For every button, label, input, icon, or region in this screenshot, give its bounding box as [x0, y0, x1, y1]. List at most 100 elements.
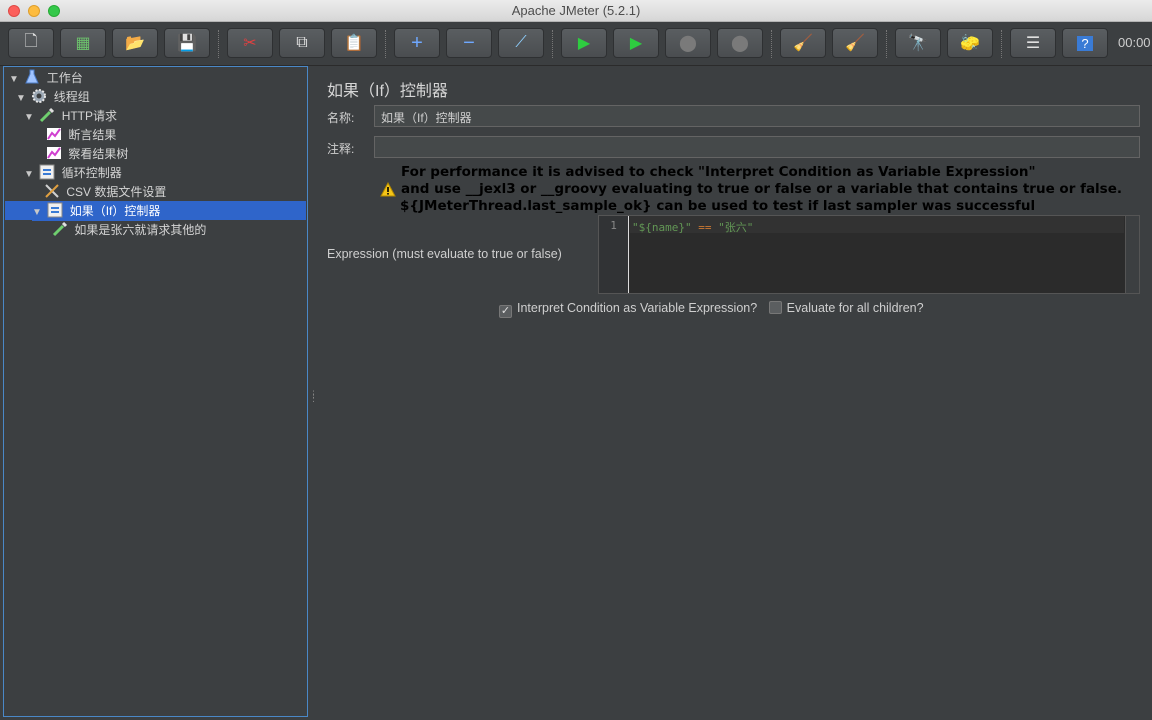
templates-button[interactable]: ▦: [60, 28, 106, 58]
close-window-button[interactable]: [8, 5, 20, 17]
start-button[interactable]: ▶: [561, 28, 607, 58]
expand-icon: +: [411, 31, 423, 54]
evaluate-all-children-checkbox[interactable]: Evaluate for all children?: [768, 301, 924, 315]
toolbar-separator: [218, 30, 219, 58]
toolbar-separator: [552, 30, 553, 58]
search-button[interactable]: 🔭: [895, 28, 941, 58]
collapse-button[interactable]: −: [446, 28, 492, 58]
tree-node-label: 如果（If）控制器: [69, 204, 161, 218]
pipette-icon: [52, 221, 68, 237]
clear-all-button[interactable]: 🧹: [832, 28, 878, 58]
new-button[interactable]: 🗋: [8, 28, 54, 58]
expression-code[interactable]: "${name}" == "张六": [632, 219, 753, 235]
tree-node-label: 循环控制器: [61, 166, 122, 180]
copy-button[interactable]: ⧉: [279, 28, 325, 58]
expand-toggle-icon[interactable]: ▼: [32, 203, 44, 222]
test-plan-tree[interactable]: ▼ 工作台 ▼ 线程组 ▼ HTTP请求 断言结果 察看结果树 ▼ 循环控制器 …: [3, 66, 308, 717]
expand-toggle-icon[interactable]: ▼: [24, 165, 36, 184]
tree-node-thread-group[interactable]: ▼ 线程组: [16, 88, 90, 107]
code-operator: ==: [691, 221, 719, 234]
tree-node-http-request[interactable]: ▼ HTTP请求: [24, 107, 117, 126]
checkbox-unchecked-icon[interactable]: [768, 301, 782, 314]
toolbar: 🗋 ▦ 📂 💾 ✂ ⧉ 📋 + − ⟋ ▶ ▶ ⬤ ⬤ 🧹 🧹 🔭 🧽 ☰ ? …: [0, 22, 1152, 66]
function-helper-icon: ☰: [1025, 35, 1041, 52]
tree-node-label: 察看结果树: [68, 147, 129, 161]
interpret-condition-label: Interpret Condition as Variable Expressi…: [517, 301, 758, 315]
start-no-pause-button[interactable]: ▶: [613, 28, 659, 58]
save-icon: 💾: [177, 35, 197, 52]
maximize-window-button[interactable]: [48, 5, 60, 17]
paste-button[interactable]: 📋: [331, 28, 377, 58]
performance-warning: For performance it is advised to check "…: [380, 164, 1140, 215]
collapse-icon: −: [463, 31, 475, 54]
comment-label: 注释:: [327, 142, 355, 156]
expand-toggle-icon[interactable]: ▼: [9, 70, 21, 89]
gear-icon: [31, 88, 47, 104]
tree-node-view-results-tree[interactable]: 察看结果树: [46, 145, 128, 164]
save-button[interactable]: 💾: [164, 28, 210, 58]
open-icon: 📂: [125, 35, 145, 52]
tree-node-label: 工作台: [46, 71, 83, 85]
start-no-pause-icon: ▶: [629, 35, 643, 52]
tree-node-csv-data-set[interactable]: CSV 数据文件设置: [44, 183, 166, 202]
expand-toggle-icon[interactable]: ▼: [16, 89, 28, 108]
open-button[interactable]: 📂: [112, 28, 158, 58]
warning-line-3: ${JMeterThread.last_sample_ok} can be us…: [400, 198, 1036, 214]
warning-icon: [380, 181, 396, 202]
help-icon: ?: [1077, 35, 1093, 51]
flask-icon: [24, 69, 40, 85]
chart-icon: [46, 145, 62, 161]
name-input[interactable]: 如果（If）控制器: [374, 105, 1140, 127]
clear-button[interactable]: 🧹: [780, 28, 826, 58]
tree-node-assertion-results[interactable]: 断言结果: [46, 126, 116, 145]
toolbar-separator: [771, 30, 772, 58]
tree-node-label: 如果是张六就请求其他的: [74, 223, 207, 237]
cut-button[interactable]: ✂: [227, 28, 273, 58]
copy-icon: ⧉: [296, 34, 308, 51]
line-number: 1: [610, 219, 617, 232]
name-label: 名称:: [327, 111, 355, 125]
tree-node-loop-controller[interactable]: ▼ 循环控制器: [24, 164, 122, 183]
tools-icon: [44, 183, 60, 199]
toggle-button[interactable]: ⟋: [498, 28, 544, 58]
stop-icon: ⬤: [679, 35, 697, 52]
templates-icon: ▦: [75, 35, 91, 52]
evaluate-all-children-label: Evaluate for all children?: [786, 301, 924, 315]
help-button[interactable]: ?: [1062, 28, 1108, 58]
code-string-right: "张六": [718, 221, 754, 234]
elapsed-timer: 00:00: [1118, 35, 1151, 50]
code-string-left: "${name}": [632, 221, 692, 234]
title-bar: Apache JMeter (5.2.1): [0, 0, 1152, 22]
paste-icon: 📋: [344, 35, 364, 52]
expand-toggle-icon[interactable]: ▼: [24, 108, 36, 127]
comment-input[interactable]: [374, 136, 1140, 158]
stop-button[interactable]: ⬤: [665, 28, 711, 58]
tree-node-label: HTTP请求: [61, 109, 118, 123]
toggle-icon: ⟋: [515, 34, 527, 51]
expression-editor[interactable]: 1 "${name}" == "张六": [598, 215, 1140, 294]
tree-node-if-controller[interactable]: ▼ 如果（If）控制器: [32, 202, 161, 222]
tree-node-http-request-other[interactable]: 如果是张六就请求其他的: [52, 221, 206, 240]
function-helper-button[interactable]: ☰: [1010, 28, 1056, 58]
warning-line-1: For performance it is advised to check "…: [401, 164, 1036, 180]
editor-scrollbar[interactable]: [1125, 216, 1139, 293]
minimize-window-button[interactable]: [28, 5, 40, 17]
shutdown-button[interactable]: ⬤: [717, 28, 763, 58]
options-row: ✓ Interpret Condition as Variable Express…: [499, 301, 924, 318]
expand-button[interactable]: +: [394, 28, 440, 58]
panel-splitter-handle[interactable]: ⋮ ⋮: [309, 390, 318, 408]
checkbox-checked-icon[interactable]: ✓: [499, 305, 512, 318]
reset-search-button[interactable]: 🧽: [947, 28, 993, 58]
shutdown-icon: ⬤: [731, 35, 749, 52]
interpret-condition-checkbox[interactable]: ✓ Interpret Condition as Variable Express…: [499, 301, 761, 318]
pipette-icon: [39, 107, 55, 123]
tree-node-workbench[interactable]: ▼ 工作台: [9, 69, 83, 88]
page-title: 如果（If）控制器: [327, 83, 448, 100]
window-title: Apache JMeter (5.2.1): [511, 3, 641, 18]
toolbar-separator: [886, 30, 887, 58]
toolbar-separator: [385, 30, 386, 58]
expression-label: Expression (must evaluate to true or fal…: [327, 247, 562, 261]
clear-all-icon: 🧹: [845, 35, 865, 52]
tree-node-label: 断言结果: [68, 128, 117, 142]
new-icon: 🗋: [24, 32, 38, 50]
